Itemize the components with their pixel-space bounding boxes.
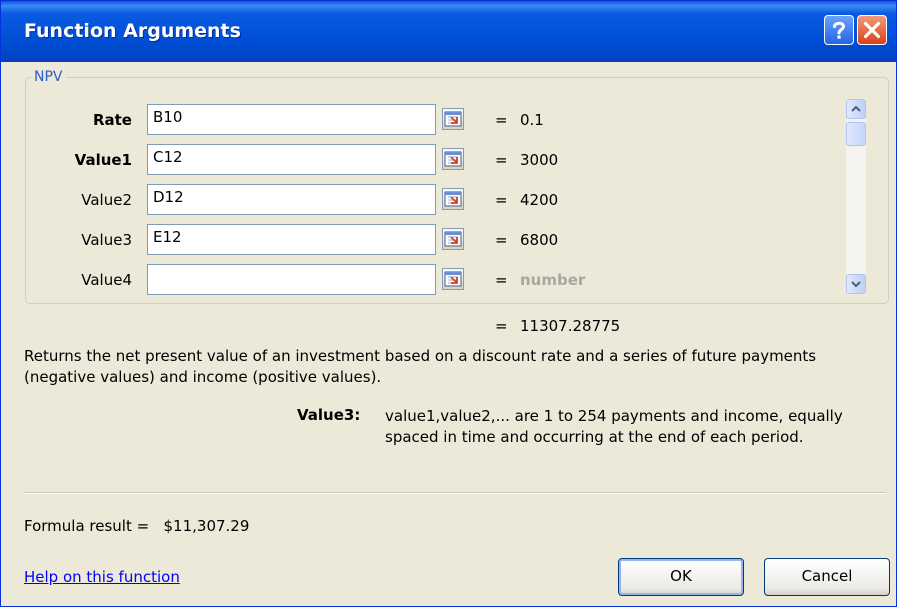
value1-label: Value1 <box>74 151 132 169</box>
arguments-scrollbar[interactable] <box>846 99 866 294</box>
value4-equals: = <box>495 271 508 289</box>
rate-input[interactable]: B10 <box>147 104 436 135</box>
close-icon <box>863 21 881 39</box>
ok-button[interactable]: OK <box>618 558 744 596</box>
value2-label: Value2 <box>81 191 132 209</box>
rate-ref-button[interactable] <box>442 108 464 130</box>
value2-ref-button[interactable] <box>442 188 464 210</box>
close-button[interactable] <box>857 15 887 45</box>
rate-result: 0.1 <box>520 111 544 129</box>
argument-help-label: Value3: <box>297 406 361 424</box>
value4-input[interactable] <box>147 264 436 295</box>
value2-equals: = <box>495 191 508 209</box>
value2-result: 4200 <box>520 191 559 209</box>
collapse-dialog-icon <box>444 191 462 207</box>
value3-input[interactable]: E12 <box>147 224 436 255</box>
value3-ref-button[interactable] <box>442 228 464 250</box>
value3-label: Value3 <box>81 231 132 249</box>
scroll-thumb[interactable] <box>846 122 866 146</box>
help-on-function-link[interactable]: Help on this function <box>24 568 180 586</box>
collapse-dialog-icon <box>444 151 462 167</box>
value3-result: 6800 <box>520 231 559 249</box>
value3-equals: = <box>495 231 508 249</box>
collapse-dialog-icon <box>444 231 462 247</box>
total-result: 11307.28775 <box>520 317 621 335</box>
value4-ref-button[interactable] <box>442 268 464 290</box>
argument-help-text: value1,value2,... are 1 to 254 payments … <box>385 407 843 446</box>
function-name-label: NPV <box>31 69 66 85</box>
chevron-up-icon <box>851 105 861 112</box>
rate-label: Rate <box>92 111 132 129</box>
rate-equals: = <box>495 111 508 129</box>
value4-result: number <box>520 271 586 289</box>
value4-label: Value4 <box>81 271 132 289</box>
formula-result: Formula result = $11,307.29 <box>24 517 250 535</box>
value1-input[interactable]: C12 <box>147 144 436 175</box>
scroll-down-button[interactable] <box>846 274 866 294</box>
value1-ref-button[interactable] <box>442 148 464 170</box>
value2-input[interactable]: D12 <box>147 184 436 215</box>
chevron-down-icon <box>851 281 861 288</box>
scroll-up-button[interactable] <box>846 99 866 119</box>
title-bar[interactable]: Function Arguments <box>1 1 896 62</box>
function-description: Returns the net present value of an inve… <box>24 347 817 386</box>
dialog-title: Function Arguments <box>24 20 241 42</box>
value1-equals: = <box>495 151 508 169</box>
value1-result: 3000 <box>520 151 559 169</box>
divider <box>24 492 886 494</box>
help-button[interactable] <box>824 15 854 45</box>
collapse-dialog-icon <box>444 111 462 127</box>
question-mark-icon <box>833 21 846 39</box>
collapse-dialog-icon <box>444 271 462 287</box>
cancel-button[interactable]: Cancel <box>764 558 890 596</box>
function-arguments-dialog: Function Arguments NPV Rate B10 = 0.1 Va… <box>0 0 897 607</box>
total-equals: = <box>495 317 508 335</box>
